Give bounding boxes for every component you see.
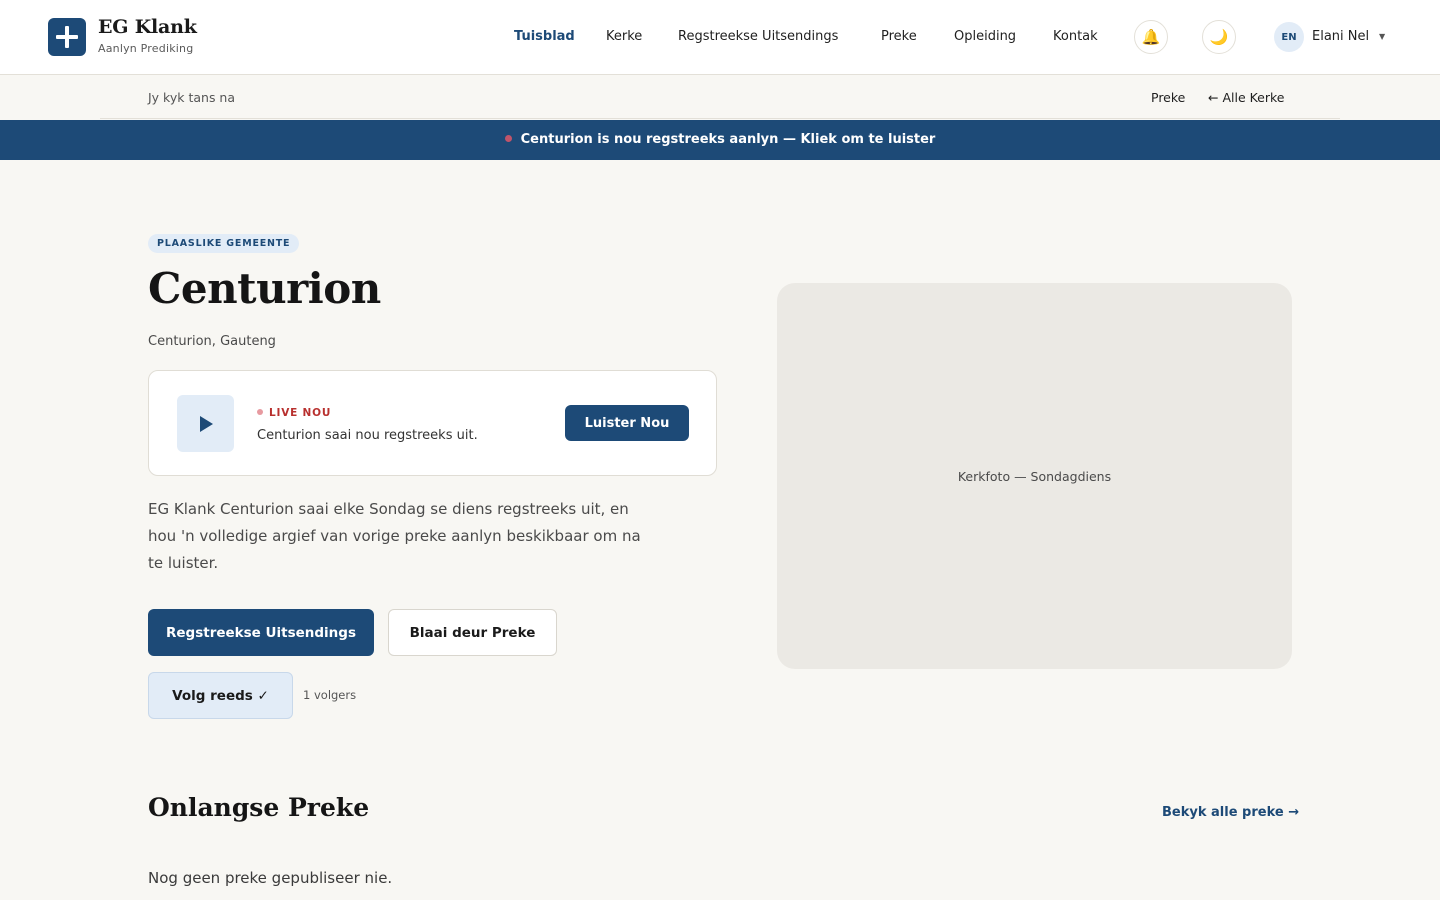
- nav-item-opleiding[interactable]: Opleiding: [954, 29, 1016, 44]
- cross-logo-icon[interactable]: [48, 18, 86, 56]
- breadcrumb-label: Jy kyk tans na: [148, 90, 236, 105]
- congregation-badge: PLAASLIKE GEMEENTE: [148, 234, 300, 253]
- brand-name[interactable]: EG Klank: [98, 16, 197, 38]
- photo-caption: Kerkfoto — Sondagdiens: [957, 468, 1112, 484]
- language-badge[interactable]: EN: [1274, 22, 1304, 52]
- live-now-card: LIVE NOU Centurion saai nou regstreeks u…: [148, 370, 717, 476]
- recent-sermons-title: Onlangse Preke: [148, 793, 370, 822]
- chevron-down-icon[interactable]: ▼: [1379, 32, 1385, 41]
- follower-count: 1 volgers: [303, 688, 357, 702]
- listen-now-button[interactable]: Luister Nou: [565, 405, 689, 441]
- breadcrumb-link-preke[interactable]: Preke: [1151, 90, 1185, 105]
- live-pulse-icon: [257, 409, 263, 415]
- live-banner-text: Centurion is nou regstreeks aanlyn — Kli…: [520, 132, 936, 147]
- brand-tagline: Aanlyn Prediking: [98, 42, 194, 55]
- nav-item-preke[interactable]: Preke: [881, 29, 917, 44]
- play-button[interactable]: [177, 395, 234, 452]
- church-photo: Kerkfoto — Sondagdiens: [777, 283, 1292, 669]
- notification-button[interactable]: 🔔: [1134, 20, 1168, 54]
- nav-item-kontak[interactable]: Kontak: [1053, 29, 1098, 44]
- live-status-description: Centurion saai nou regstreeks uit.: [257, 428, 478, 443]
- church-description: EG Klank Centurion saai elke Sondag se d…: [148, 500, 641, 572]
- nav-item-tuisblad[interactable]: Tuisblad: [514, 29, 575, 44]
- page-title: Centurion: [148, 264, 381, 313]
- play-icon: [199, 415, 213, 432]
- theme-toggle-button[interactable]: 🌙: [1202, 20, 1236, 54]
- live-banner[interactable]: Centurion is nou regstreeks aanlyn — Kli…: [0, 120, 1440, 160]
- follow-button[interactable]: Volg reeds ✓: [148, 672, 293, 719]
- live-status-text: LIVE NOU: [269, 407, 332, 419]
- top-navbar: EG Klank Aanlyn Prediking Tuisblad Kerke…: [0, 0, 1440, 75]
- live-dot-icon: [504, 135, 512, 142]
- bell-icon: 🔔: [1141, 28, 1161, 46]
- view-all-sermons-link[interactable]: Bekyk alle preke →: [1162, 805, 1299, 820]
- nav-item-kerke[interactable]: Kerke: [606, 29, 642, 44]
- breadcrumb-link-alle-kerke[interactable]: ← Alle Kerke: [1208, 90, 1285, 105]
- empty-sermons-message: Nog geen preke gepubliseer nie.: [148, 869, 393, 887]
- nav-item-regstreekse-uitsendings[interactable]: Regstreekse Uitsendings: [678, 29, 838, 44]
- live-status-label: LIVE NOU: [257, 407, 331, 419]
- live-broadcasts-button[interactable]: Regstreekse Uitsendings: [148, 609, 374, 656]
- church-location: Centurion, Gauteng: [148, 334, 276, 349]
- breadcrumb: Jy kyk tans na Preke ← Alle Kerke: [100, 75, 1340, 119]
- user-menu[interactable]: Elani Nel: [1312, 29, 1369, 44]
- moon-icon: 🌙: [1209, 28, 1229, 46]
- browse-sermons-button[interactable]: Blaai deur Preke: [388, 609, 557, 656]
